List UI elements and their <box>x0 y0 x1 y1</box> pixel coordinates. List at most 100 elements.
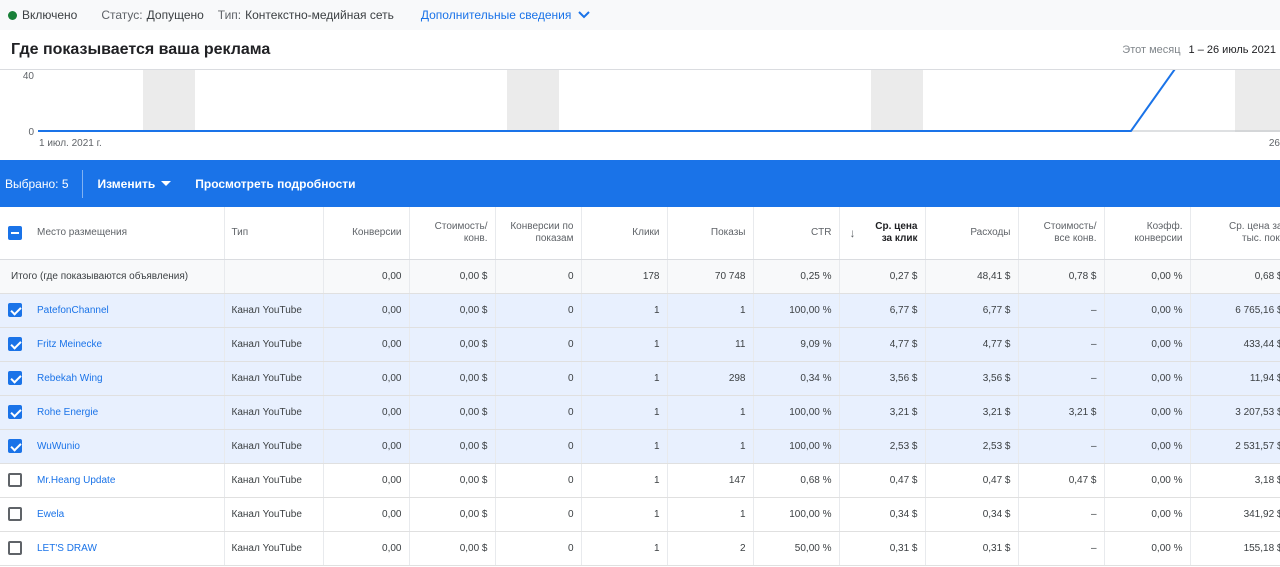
col-cost-per-conv-l1: Стоимость/ <box>434 220 488 232</box>
cell-cost: 3,56 $ <box>925 361 1019 396</box>
view-details-button[interactable]: Просмотреть подробности <box>195 177 355 191</box>
cell-ctr: 100,00 % <box>753 497 840 532</box>
enabled-status-icon <box>8 10 17 20</box>
row-checkbox-cell[interactable] <box>0 395 29 430</box>
cell-cost-all-conv: – <box>1018 327 1105 362</box>
placement-link[interactable]: WuWunio <box>29 429 225 464</box>
cell-clicks: 1 <box>581 463 668 498</box>
cell-avg-cpc: 2,53 $ <box>839 429 926 464</box>
cell-avg-cpm: 3 207,53 $ <box>1190 395 1280 430</box>
cell-avg-cpm: 155,18 $ <box>1190 531 1280 566</box>
cell-view-conversions: 0 <box>495 327 582 362</box>
placement-link[interactable]: Rebekah Wing <box>29 361 225 396</box>
select-all-checkbox[interactable] <box>7 225 22 240</box>
select-all-checkbox-cell[interactable] <box>0 207 29 260</box>
status-label: Статус: <box>101 8 143 22</box>
cell-cost-all-conv: – <box>1018 429 1105 464</box>
col-cost-all-conv[interactable]: Стоимость/все конв. <box>1018 207 1105 260</box>
row-checkbox[interactable] <box>7 303 22 317</box>
col-cost-per-conv[interactable]: Стоимость/конв. <box>409 207 496 260</box>
placement-link[interactable]: LET'S DRAW <box>29 531 225 566</box>
row-checkbox-cell[interactable] <box>0 429 29 464</box>
row-checkbox[interactable] <box>7 371 22 385</box>
cell-conv-rate: 0,00 % <box>1104 497 1191 532</box>
row-checkbox[interactable] <box>7 541 22 555</box>
details-link[interactable]: Дополнительные сведения <box>421 8 591 22</box>
date-range-preset[interactable]: Этот месяц <box>1122 44 1180 56</box>
row-checkbox[interactable] <box>7 507 22 521</box>
cell-avg-cpc: 4,77 $ <box>839 327 926 362</box>
placement-link[interactable]: Mr.Heang Update <box>29 463 225 498</box>
cell-avg-cpm: 433,44 $ <box>1190 327 1280 362</box>
cell-avg-cpm: 11,94 $ <box>1190 361 1280 396</box>
cell-cost: 0,31 $ <box>925 531 1019 566</box>
col-type[interactable]: Тип <box>224 207 324 260</box>
col-view-conversions-l2: показам <box>535 232 574 244</box>
cell-cost-per-conv: 0,00 $ <box>409 497 496 532</box>
col-conversions[interactable]: Конверсии <box>323 207 410 260</box>
edit-button[interactable]: Изменить <box>98 177 172 191</box>
table-row[interactable]: LET'S DRAW Канал YouTube 0,00 0,00 $0 1 2 50,0… <box>0 531 1280 566</box>
cell-conv-rate: 0,00 % <box>1104 293 1191 328</box>
row-checkbox-cell[interactable] <box>0 497 29 532</box>
col-cost[interactable]: Расходы <box>925 207 1019 260</box>
row-checkbox[interactable] <box>7 439 22 453</box>
weekend-band <box>1235 70 1280 132</box>
col-ctr[interactable]: CTR <box>753 207 840 260</box>
x-start-label: 1 июл. 2021 г. <box>39 138 102 149</box>
cell-clicks: 1 <box>581 327 668 362</box>
row-checkbox-cell[interactable] <box>0 531 29 566</box>
performance-chart: 40 0 1 июл. 2021 г. 26 <box>23 70 1280 149</box>
table-row[interactable]: WuWunio Канал YouTube 0,00 0,00 $0 1 1 100,00 … <box>0 429 1280 464</box>
table-row[interactable]: Ewela Канал YouTube 0,00 0,00 $0 1 1 100,00 % 0… <box>0 497 1280 532</box>
row-checkbox[interactable] <box>7 337 22 351</box>
row-checkbox-cell[interactable] <box>0 463 29 498</box>
cell-impressions: 1 <box>667 293 754 328</box>
row-checkbox-cell[interactable] <box>0 293 29 328</box>
cell-avg-cpm: 2 531,57 $ <box>1190 429 1280 464</box>
cell-avg-cpc: 0,34 $ <box>839 497 926 532</box>
cell-cost-all-conv: 0,47 $ <box>1018 463 1105 498</box>
row-checkbox-cell[interactable] <box>0 361 29 396</box>
col-clicks[interactable]: Клики <box>581 207 668 260</box>
cell-view-conversions: 0 <box>495 531 582 566</box>
total-cost-per-conv: 0,00 $ <box>409 259 496 294</box>
col-conv-rate[interactable]: Коэфф. конверсии <box>1104 207 1191 260</box>
placements-table: Место размещения Тип Конверсии Стоимость… <box>0 207 1280 566</box>
cell-view-conversions: 0 <box>495 497 582 532</box>
placement-link[interactable]: PatefonChannel <box>29 293 225 328</box>
table-row[interactable]: Fritz Meinecke Канал YouTube 0,00 0,00 $0 1 1… <box>0 327 1280 362</box>
y-tick-label: 0 <box>28 127 34 138</box>
placement-link[interactable]: Rohe Energie <box>29 395 225 430</box>
total-conversions: 0,00 <box>323 259 410 294</box>
placement-link[interactable]: Fritz Meinecke <box>29 327 225 362</box>
table-row[interactable]: PatefonChannel Канал YouTube 0,00 0,00 $0 1 1… <box>0 293 1280 328</box>
edit-button-label: Изменить <box>97 176 156 191</box>
row-checkbox[interactable] <box>7 405 22 419</box>
row-checkbox-cell[interactable] <box>0 327 29 362</box>
cell-conversions: 0,00 <box>323 293 410 328</box>
col-conv-rate-l1: Коэфф. <box>1146 220 1183 232</box>
col-avg-cpc[interactable]: ↓ Ср. цена за клик <box>839 207 926 260</box>
cell-type: Канал YouTube <box>224 361 324 396</box>
col-view-conversions[interactable]: Конверсии по показам <box>495 207 582 260</box>
table-row[interactable]: Mr.Heang Update Канал YouTube 0,00 0,00 $0 1… <box>0 463 1280 498</box>
row-checkbox[interactable] <box>7 473 22 487</box>
type-label: Тип: <box>217 8 242 22</box>
cell-clicks: 1 <box>581 531 668 566</box>
date-range-value[interactable]: 1 – 26 июль 2021 <box>1189 44 1276 56</box>
total-label: Итого (где показываются объявления) <box>0 259 225 294</box>
cell-clicks: 1 <box>581 429 668 464</box>
cell-type: Канал YouTube <box>224 327 324 362</box>
total-impressions: 70 748 <box>667 259 754 294</box>
col-avg-cpc-l1: Ср. цена <box>875 220 918 232</box>
table-row[interactable]: Rohe Energie Канал YouTube 0,00 0,00 $0 1 1 10… <box>0 395 1280 430</box>
col-placement[interactable]: Место размещения <box>29 207 225 260</box>
col-impressions[interactable]: Показы <box>667 207 754 260</box>
cell-conv-rate: 0,00 % <box>1104 395 1191 430</box>
cell-ctr: 100,00 % <box>753 395 840 430</box>
placement-link[interactable]: Ewela <box>29 497 225 532</box>
total-type <box>224 259 324 294</box>
table-row[interactable]: Rebekah Wing Канал YouTube 0,00 0,00 $0 1 298… <box>0 361 1280 396</box>
col-avg-cpm[interactable]: Ср. цена за тыс. пок. <box>1190 207 1280 260</box>
